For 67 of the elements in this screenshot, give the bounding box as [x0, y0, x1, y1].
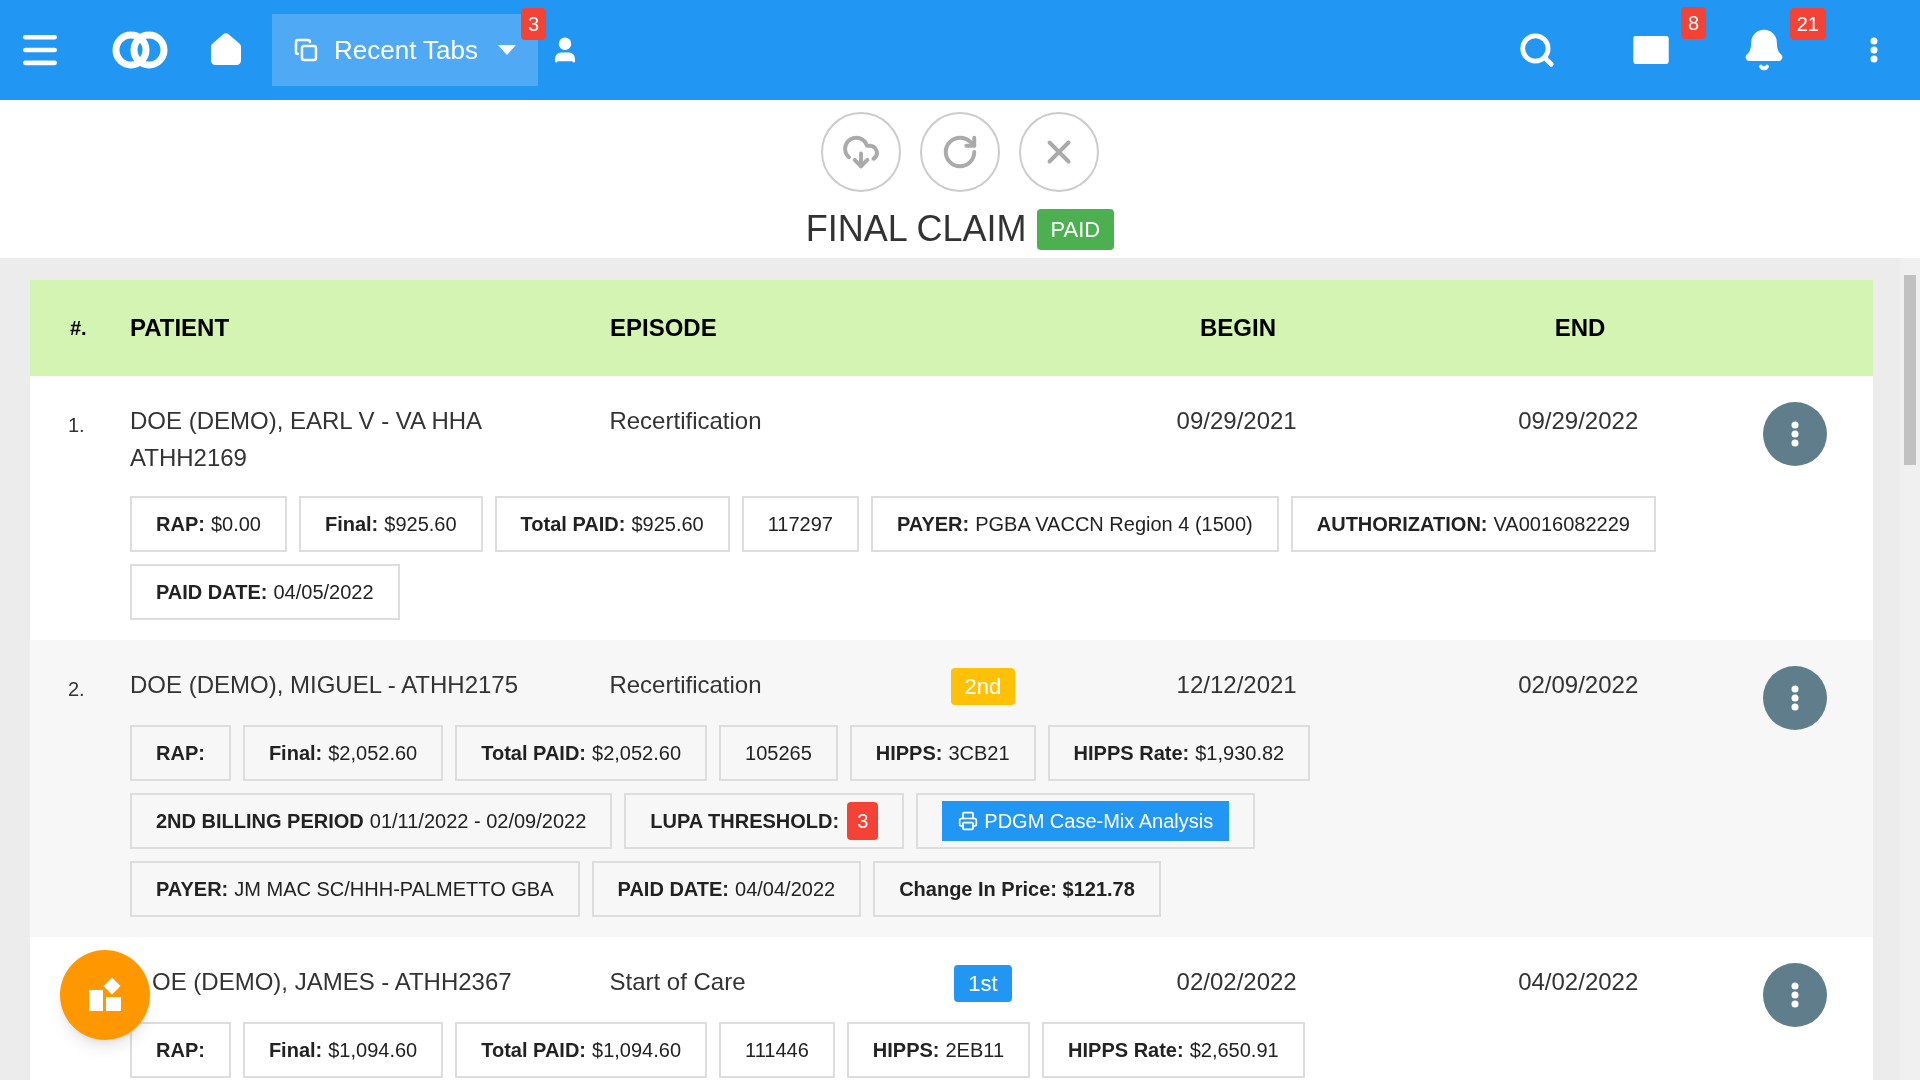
column-header: EPISODE [610, 313, 718, 343]
page-title: FINAL CLAIM [805, 207, 1027, 251]
info-tag: RAP: [130, 1022, 231, 1078]
more-icon [1791, 982, 1799, 1008]
count-badge: 3 [847, 802, 879, 840]
info-tag: PAYER: JM MAC SC/HHH-PALMETTO GBA [130, 861, 580, 917]
refresh-icon [941, 133, 979, 171]
end-date: 02/09/2022 [1518, 670, 1639, 700]
end-date: 04/02/2022 [1518, 967, 1639, 997]
column-header: #. [69, 316, 88, 341]
case-mix-analysis-button[interactable]: PDGM Case-Mix Analysis [942, 801, 1230, 841]
info-tag: 105265 [719, 725, 838, 781]
begin-date: 09/29/2021 [1176, 406, 1297, 436]
count-badge: 8 [1680, 7, 1706, 39]
patient-name: DOE (DEMO), EARL V - VA HHA ATHH2169 [130, 407, 481, 471]
info-tag: Final: $1,094.60 [242, 1022, 444, 1078]
begin-date: 12/12/2021 [1176, 670, 1297, 700]
info-tag: HIPPS Rate: $1,930.82 [1047, 725, 1311, 781]
period-badge: 1st [954, 965, 1012, 1002]
info-tag: PAID DATE: 04/05/2022 [130, 564, 400, 620]
status-badge: PAID [1036, 208, 1115, 250]
cloud-download-icon [842, 133, 880, 171]
info-tag: AUTHORIZATION: VA0016082229 [1290, 496, 1656, 552]
column-header: BEGIN [1200, 313, 1276, 343]
count-badge: 21 [1789, 8, 1826, 40]
printer-icon [958, 811, 979, 831]
end-date: 09/29/2022 [1518, 406, 1639, 436]
caret-icon [498, 45, 516, 55]
patient-name: DOE (DEMO), MIGUEL - ATHH2175 [130, 671, 519, 698]
close-button[interactable] [1019, 112, 1099, 192]
patient-name: OE (DEMO), JAMES - ATHH2367 [152, 968, 512, 995]
home-icon[interactable] [208, 32, 244, 68]
info-tag: Final: $2,052.60 [242, 725, 444, 781]
row-number: 2. [68, 678, 85, 700]
episode-type: Recertification [609, 406, 763, 436]
refresh-button[interactable] [920, 112, 1000, 192]
windows-icon [294, 38, 318, 62]
episode-type: Start of Care [609, 967, 747, 997]
info-tag: HIPPS: 2EB11 [846, 1022, 1031, 1078]
info-tag: 117297 [741, 496, 859, 552]
tag-label: LUPA THRESHOLD: [650, 809, 840, 834]
period-badge: 2nd [950, 668, 1016, 705]
search-icon[interactable] [1518, 31, 1556, 69]
row-number: 1. [68, 414, 85, 436]
info-tag: Change In Price: $121.78 [873, 861, 1161, 917]
info-tag: Final: $925.60 [298, 496, 483, 552]
more-icon [1791, 685, 1799, 711]
info-tag: PAID DATE: 04/04/2022 [591, 861, 862, 917]
column-header: PATIENT [130, 313, 231, 343]
more-icon [1791, 421, 1799, 447]
info-tag: RAP: [130, 725, 231, 781]
begin-date: 02/02/2022 [1176, 967, 1297, 997]
info-tag: Total PAID: $2,052.60 [455, 725, 707, 781]
column-header: END [1554, 313, 1606, 343]
more-icon[interactable] [1870, 37, 1878, 63]
info-tag: HIPPS: 3CB21 [849, 725, 1036, 781]
info-tag: 2ND BILLING PERIOD 01/11/2022 - 02/09/2022 [130, 793, 613, 849]
download-button[interactable] [821, 112, 901, 192]
info-tag: 111446 [719, 1022, 835, 1078]
count-badge: 3 [520, 8, 546, 40]
info-tag: RAP: $0.00 [130, 496, 287, 552]
episode-type: Recertification [609, 670, 763, 700]
widgets-icon [87, 977, 123, 1013]
info-tag: Total PAID: $925.60 [494, 496, 730, 552]
info-tag: Total PAID: $1,094.60 [455, 1022, 707, 1078]
info-tag: PAYER: PGBA VACCN Region 4 (1500) [870, 496, 1279, 552]
info-tag: HIPPS Rate: $2,650.91 [1042, 1022, 1305, 1078]
